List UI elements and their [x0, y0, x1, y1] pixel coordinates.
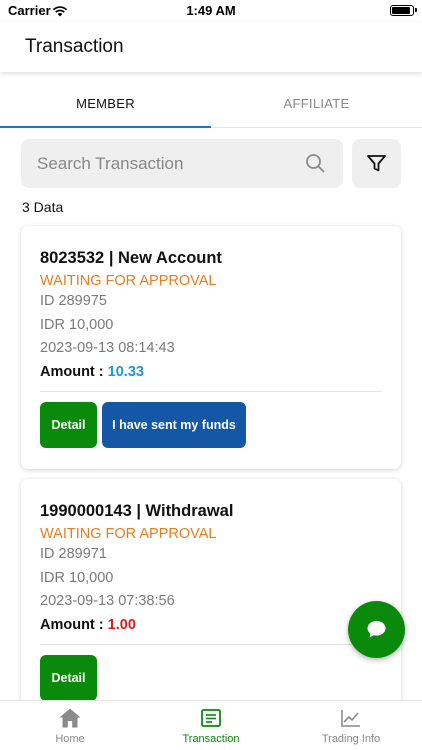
- battery-icon: [390, 5, 417, 16]
- tab-affiliate[interactable]: AFFILIATE: [211, 86, 422, 128]
- search-icon[interactable]: [305, 153, 325, 178]
- transaction-datetime: 2023-09-13 07:38:56: [40, 593, 175, 609]
- chat-icon: [365, 618, 388, 646]
- nav-item-transaction[interactable]: Transaction: [141, 701, 281, 750]
- filter-button[interactable]: [352, 139, 401, 188]
- search-box: [21, 139, 343, 188]
- detail-button[interactable]: Detail: [40, 655, 97, 701]
- status-time: 1:49 AM: [186, 3, 236, 18]
- tab-indicator: [0, 126, 211, 128]
- transaction-amount: Amount : 1.00: [40, 617, 136, 633]
- transaction-status: WAITING FOR APPROVAL: [40, 273, 217, 289]
- tab-bar: MEMBER AFFILIATE: [0, 86, 422, 128]
- home-icon: [58, 707, 82, 734]
- filter-icon: [366, 153, 387, 179]
- transaction-currency-amount: IDR 10,000: [40, 570, 114, 586]
- transaction-status: WAITING FOR APPROVAL: [40, 526, 217, 542]
- nav-item-trading-info[interactable]: Trading Info: [281, 701, 421, 750]
- data-count: 3 Data: [22, 199, 64, 215]
- bottom-nav: Home Transaction Trading Info: [0, 700, 422, 750]
- amount-label: Amount :: [40, 617, 104, 633]
- transaction-datetime: 2023-09-13 08:14:43: [40, 340, 175, 356]
- transaction-amount: Amount : 10.33: [40, 364, 144, 380]
- chat-fab-button[interactable]: [348, 601, 405, 658]
- card-divider: [40, 644, 382, 645]
- nav-label: Home: [55, 733, 85, 745]
- app-header: Transaction: [0, 22, 422, 72]
- transaction-id: ID 289971: [40, 546, 107, 562]
- page-title: Transaction: [25, 36, 124, 57]
- sent-funds-button[interactable]: I have sent my funds: [102, 402, 246, 448]
- transaction-id: ID 289975: [40, 293, 107, 309]
- amount-value: 10.33: [107, 364, 144, 380]
- transaction-card: 8023532 | New Account WAITING FOR APPROV…: [21, 226, 401, 469]
- transaction-title: 8023532 | New Account: [40, 249, 222, 267]
- nav-item-home[interactable]: Home: [0, 701, 140, 750]
- status-bar: Carrier 1:49 AM: [0, 0, 422, 22]
- card-divider: [40, 391, 382, 392]
- amount-label: Amount :: [40, 364, 104, 380]
- transaction-card: 1990000143 | Withdrawal WAITING FOR APPR…: [21, 479, 401, 719]
- nav-label: Transaction: [182, 733, 240, 745]
- nav-label: Trading Info: [321, 733, 381, 745]
- receipt-icon: [199, 707, 223, 734]
- transaction-currency-amount: IDR 10,000: [40, 317, 114, 333]
- chart-line-icon: [339, 707, 363, 734]
- search-input[interactable]: [37, 151, 297, 177]
- transaction-title: 1990000143 | Withdrawal: [40, 502, 234, 520]
- tab-member[interactable]: MEMBER: [0, 86, 211, 128]
- amount-value: 1.00: [107, 617, 136, 633]
- detail-button[interactable]: Detail: [40, 402, 97, 448]
